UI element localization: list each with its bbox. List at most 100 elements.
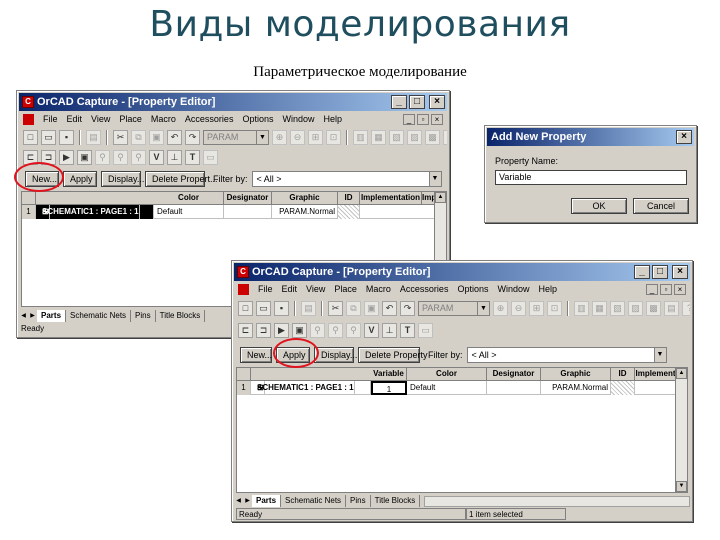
col-implementation[interactable]: Implementation bbox=[360, 192, 422, 205]
horizontal-scrollbar[interactable] bbox=[424, 495, 690, 507]
zoom-out-icon[interactable]: ⊖ bbox=[511, 300, 526, 316]
save-icon[interactable]: ▪ bbox=[274, 300, 289, 316]
print-icon[interactable]: ▤ bbox=[86, 129, 101, 145]
scroll-up-icon[interactable]: ▲ bbox=[435, 192, 446, 203]
run-icon[interactable]: ▶ bbox=[274, 322, 289, 338]
menu-accessories[interactable]: Accessories bbox=[185, 114, 234, 124]
part-combo[interactable]: PARAM ▼ bbox=[418, 300, 490, 316]
redo-icon[interactable]: ↷ bbox=[400, 300, 415, 316]
col-id[interactable]: ID bbox=[611, 368, 635, 381]
netlist-icon[interactable]: ▨ bbox=[628, 300, 643, 316]
col-designator[interactable]: Designator bbox=[224, 192, 272, 205]
menu-options[interactable]: Options bbox=[242, 114, 273, 124]
zoom-in-icon[interactable]: ⊕ bbox=[493, 300, 508, 316]
bom-icon[interactable]: ▤ bbox=[443, 129, 447, 145]
probe-voltage-icon[interactable]: ⚲ bbox=[95, 149, 110, 165]
tab-first-icon[interactable]: ◀ bbox=[19, 311, 28, 322]
menu-help[interactable]: Help bbox=[538, 284, 557, 294]
col-variable[interactable]: Variable bbox=[371, 368, 407, 381]
zoom-area-icon[interactable]: ⊞ bbox=[308, 129, 323, 145]
menu-options[interactable]: Options bbox=[457, 284, 488, 294]
cell-color[interactable]: Default bbox=[154, 205, 224, 219]
zoom-all-icon[interactable]: ⊡ bbox=[326, 129, 341, 145]
zoom-all-icon[interactable]: ⊡ bbox=[547, 300, 562, 316]
display-button[interactable]: Display... bbox=[314, 347, 357, 363]
col-color[interactable]: Color bbox=[407, 368, 487, 381]
tab-next-icon[interactable]: ▶ bbox=[28, 311, 37, 322]
menu-file[interactable]: File bbox=[258, 284, 273, 294]
cut-icon[interactable]: ✂ bbox=[113, 129, 128, 145]
col-graphic[interactable]: Graphic bbox=[272, 192, 338, 205]
back-annotate-icon[interactable]: ▦ bbox=[592, 300, 607, 316]
bias-icon[interactable]: ▭ bbox=[203, 149, 218, 165]
stop-icon[interactable]: ▣ bbox=[77, 149, 92, 165]
zoom-area-icon[interactable]: ⊞ bbox=[529, 300, 544, 316]
menu-place[interactable]: Place bbox=[334, 284, 357, 294]
probe-voltage-icon[interactable]: ⚲ bbox=[310, 322, 325, 338]
mdi-restore-button[interactable]: ▫ bbox=[660, 283, 672, 295]
undo-icon[interactable]: ↶ bbox=[382, 300, 397, 316]
table-row[interactable]: 1 ⊞ SCHEMATIC1 : PAGE1 : 1 Default PARAM… bbox=[22, 205, 446, 219]
col-id[interactable]: ID bbox=[338, 192, 360, 205]
zoom-in-icon[interactable]: ⊕ bbox=[272, 129, 287, 145]
row-name[interactable]: ⊞ SCHEMATIC1 : PAGE1 : 1 bbox=[36, 205, 154, 219]
menu-view[interactable]: View bbox=[91, 114, 110, 124]
dialog-close-button[interactable]: × bbox=[676, 130, 692, 144]
filter-combo[interactable]: < All > ▼ bbox=[251, 171, 442, 187]
minimize-button[interactable]: _ bbox=[391, 95, 407, 109]
ok-button[interactable]: OK bbox=[571, 198, 627, 214]
dialog-titlebar[interactable]: Add New Property × bbox=[487, 128, 694, 146]
new-file-icon[interactable]: □ bbox=[23, 129, 38, 145]
new-property-button[interactable]: New... bbox=[240, 347, 272, 363]
tab-next-icon[interactable]: ▶ bbox=[243, 496, 252, 507]
current-marker-icon[interactable]: ⊥ bbox=[167, 149, 182, 165]
mdi-minimize-button[interactable]: _ bbox=[646, 283, 658, 295]
mdi-close-button[interactable]: × bbox=[431, 113, 443, 125]
back-annotate-icon[interactable]: ▦ bbox=[371, 129, 386, 145]
scroll-down-icon[interactable]: ▼ bbox=[676, 481, 687, 492]
annotate-icon[interactable]: ▥ bbox=[353, 129, 368, 145]
help-icon[interactable]: ? bbox=[682, 300, 690, 316]
tab-first-icon[interactable]: ◀ bbox=[234, 496, 243, 507]
maximize-button[interactable]: □ bbox=[652, 265, 668, 279]
menu-place[interactable]: Place bbox=[119, 114, 142, 124]
close-button[interactable]: × bbox=[429, 95, 445, 109]
text-marker-icon[interactable]: T bbox=[185, 149, 200, 165]
menu-window[interactable]: Window bbox=[497, 284, 529, 294]
crossref-icon[interactable]: ▩ bbox=[646, 300, 661, 316]
menu-window[interactable]: Window bbox=[282, 114, 314, 124]
menu-accessories[interactable]: Accessories bbox=[400, 284, 449, 294]
apply-button[interactable]: Apply bbox=[63, 171, 97, 187]
voltage-marker-icon[interactable]: V bbox=[149, 149, 164, 165]
zoom-out-icon[interactable]: ⊖ bbox=[290, 129, 305, 145]
print-icon[interactable]: ▤ bbox=[301, 300, 316, 316]
col-implement[interactable]: Implement bbox=[635, 368, 677, 381]
cell-designator[interactable] bbox=[224, 205, 272, 219]
paste-icon[interactable]: ▣ bbox=[149, 129, 164, 145]
window-titlebar[interactable]: C OrCAD Capture - [Property Editor] _ □ … bbox=[19, 93, 447, 111]
bom-icon[interactable]: ▤ bbox=[664, 300, 679, 316]
window-titlebar[interactable]: C OrCAD Capture - [Property Editor] _ □ … bbox=[234, 263, 690, 281]
vertical-scrollbar[interactable]: ▲ ▼ bbox=[675, 368, 687, 492]
tab-parts[interactable]: Parts bbox=[252, 495, 282, 507]
open-folder-icon[interactable]: ▭ bbox=[256, 300, 271, 316]
close-button[interactable]: × bbox=[672, 265, 688, 279]
property-name-field[interactable]: Variable bbox=[495, 170, 687, 185]
paste-icon[interactable]: ▣ bbox=[364, 300, 379, 316]
text-marker-icon[interactable]: T bbox=[400, 322, 415, 338]
tab-schematic-nets[interactable]: Schematic Nets bbox=[66, 310, 132, 322]
copy-icon[interactable]: ⧉ bbox=[346, 300, 361, 316]
probe-power-icon[interactable]: ⚲ bbox=[346, 322, 361, 338]
hierarchy-up-icon[interactable]: ⊏ bbox=[238, 322, 253, 338]
probe-power-icon[interactable]: ⚲ bbox=[131, 149, 146, 165]
menu-file[interactable]: File bbox=[43, 114, 58, 124]
probe-current-icon[interactable]: ⚲ bbox=[113, 149, 128, 165]
new-file-icon[interactable]: □ bbox=[238, 300, 253, 316]
mdi-minimize-button[interactable]: _ bbox=[403, 113, 415, 125]
annotate-icon[interactable]: ▥ bbox=[574, 300, 589, 316]
menu-help[interactable]: Help bbox=[323, 114, 342, 124]
cell-implementation[interactable] bbox=[635, 381, 677, 395]
col-graphic[interactable]: Graphic bbox=[541, 368, 611, 381]
display-button[interactable]: Display... bbox=[101, 171, 144, 187]
undo-icon[interactable]: ↶ bbox=[167, 129, 182, 145]
